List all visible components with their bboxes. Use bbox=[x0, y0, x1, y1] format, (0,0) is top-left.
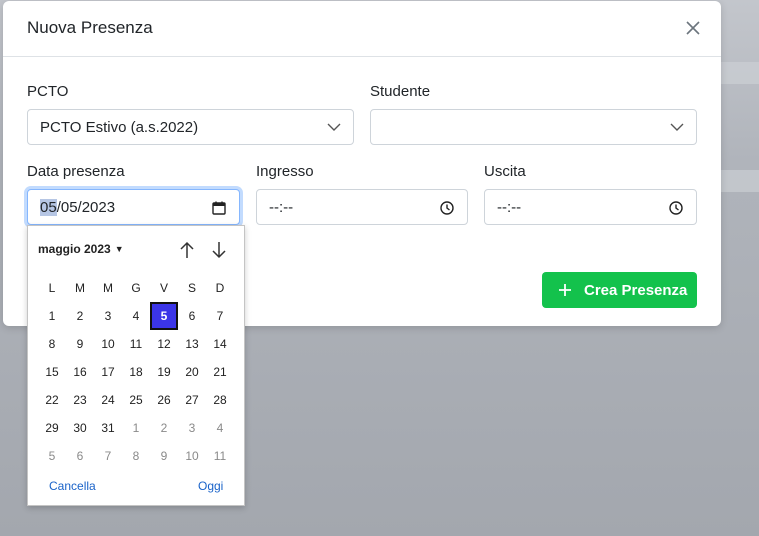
clock-icon[interactable] bbox=[668, 200, 684, 216]
calendar-day[interactable]: 8 bbox=[38, 330, 66, 358]
clock-icon[interactable] bbox=[439, 200, 455, 216]
calendar-day[interactable]: 29 bbox=[38, 414, 66, 442]
weekday-header: M bbox=[103, 281, 113, 295]
backdrop-stripe bbox=[719, 170, 759, 192]
calendar-day[interactable]: 17 bbox=[94, 358, 122, 386]
calendar-day[interactable]: 13 bbox=[178, 330, 206, 358]
plus-icon bbox=[559, 284, 571, 296]
calendar-day[interactable]: 10 bbox=[94, 330, 122, 358]
chevron-down-icon bbox=[670, 123, 684, 131]
calendar-day[interactable]: 3 bbox=[94, 302, 122, 330]
date-day-segment[interactable]: 05 bbox=[40, 199, 57, 216]
cancel-button[interactable]: Cancella bbox=[49, 479, 96, 493]
uscita-value: --:-- bbox=[497, 199, 522, 216]
calendar-day[interactable]: 21 bbox=[206, 358, 234, 386]
calendar-icon[interactable] bbox=[211, 200, 227, 216]
calendar-day[interactable]: 4 bbox=[206, 414, 234, 442]
calendar-day[interactable]: 5 bbox=[38, 442, 66, 470]
today-button[interactable]: Oggi bbox=[198, 479, 223, 493]
calendar-day[interactable]: 6 bbox=[178, 302, 206, 330]
calendar-day[interactable]: 30 bbox=[66, 414, 94, 442]
calendar-day[interactable]: 12 bbox=[150, 330, 178, 358]
calendar-day[interactable]: 9 bbox=[150, 442, 178, 470]
pcto-label: PCTO bbox=[27, 83, 69, 100]
calendar-day[interactable]: 7 bbox=[94, 442, 122, 470]
calendar-day[interactable]: 9 bbox=[66, 330, 94, 358]
arrow-down-icon[interactable] bbox=[210, 240, 228, 260]
weekday-header: M bbox=[75, 281, 85, 295]
ingresso-label: Ingresso bbox=[256, 163, 314, 180]
calendar-day[interactable]: 2 bbox=[66, 302, 94, 330]
calendar-day[interactable]: 28 bbox=[206, 386, 234, 414]
arrow-up-icon[interactable] bbox=[178, 240, 196, 260]
date-rest-segment[interactable]: /05/2023 bbox=[57, 199, 115, 216]
weekday-header: V bbox=[159, 281, 168, 295]
calendar-day[interactable]: 18 bbox=[122, 358, 150, 386]
calendar-day[interactable]: 10 bbox=[178, 442, 206, 470]
calendar-day[interactable]: 6 bbox=[66, 442, 94, 470]
weekday-header: L bbox=[48, 281, 56, 295]
calendar-day[interactable]: 14 bbox=[206, 330, 234, 358]
modal-title: Nuova Presenza bbox=[27, 18, 153, 37]
calendar-day[interactable]: 16 bbox=[66, 358, 94, 386]
modal-header: Nuova Presenza bbox=[3, 1, 721, 57]
create-attendance-button[interactable]: Crea Presenza bbox=[542, 272, 697, 308]
calendar-day[interactable]: 4 bbox=[122, 302, 150, 330]
calendar-day[interactable]: 25 bbox=[122, 386, 150, 414]
caret-down-icon: ▼ bbox=[114, 244, 124, 254]
create-attendance-label: Crea Presenza bbox=[584, 282, 688, 299]
calendar-day[interactable]: 24 bbox=[94, 386, 122, 414]
backdrop-stripe bbox=[719, 62, 759, 84]
month-selector[interactable]: maggio 2023 ▼ bbox=[38, 242, 124, 256]
calendar-day[interactable]: 11 bbox=[206, 442, 234, 470]
weekday-header: D bbox=[215, 281, 225, 295]
calendar-grid: L M M G V S D 1 2 3 4 5 6 7 8 9 10 11 12 13 14 15 16 17 18 19 20 21… bbox=[38, 274, 234, 470]
calendar-day[interactable]: 22 bbox=[38, 386, 66, 414]
ingresso-value: --:-- bbox=[269, 199, 294, 216]
data-presenza-value: 05/05/2023 bbox=[40, 199, 115, 216]
calendar-day[interactable]: 27 bbox=[178, 386, 206, 414]
calendar-day[interactable]: 2 bbox=[150, 414, 178, 442]
calendar-day[interactable]: 31 bbox=[94, 414, 122, 442]
close-button[interactable] bbox=[683, 18, 703, 38]
close-icon bbox=[686, 21, 700, 35]
calendar-day[interactable]: 19 bbox=[150, 358, 178, 386]
calendar-day[interactable]: 15 bbox=[38, 358, 66, 386]
calendar-day[interactable]: 20 bbox=[178, 358, 206, 386]
calendar-day[interactable]: 1 bbox=[122, 414, 150, 442]
studente-label: Studente bbox=[370, 83, 431, 100]
pcto-select[interactable]: PCTO Estivo (a.s.2022) bbox=[27, 109, 354, 145]
data-presenza-label: Data presenza bbox=[27, 163, 125, 180]
weekday-header: S bbox=[187, 281, 196, 295]
data-presenza-input[interactable]: 05/05/2023 bbox=[27, 189, 240, 225]
pcto-select-value: PCTO Estivo (a.s.2022) bbox=[40, 119, 199, 136]
uscita-label: Uscita bbox=[484, 163, 526, 180]
weekday-header: G bbox=[131, 281, 141, 295]
calendar-day[interactable]: 3 bbox=[178, 414, 206, 442]
studente-select[interactable] bbox=[370, 109, 697, 145]
uscita-input[interactable]: --:-- bbox=[484, 189, 697, 225]
date-picker-popup: maggio 2023 ▼ L M M G V S D 1 2 3 4 5 6 7 8 9 10 11 12 13 14 1… bbox=[27, 225, 245, 506]
calendar-day[interactable]: 23 bbox=[66, 386, 94, 414]
calendar-day[interactable]: 1 bbox=[38, 302, 66, 330]
ingresso-input[interactable]: --:-- bbox=[256, 189, 468, 225]
chevron-down-icon bbox=[327, 123, 341, 131]
calendar-day[interactable]: 7 bbox=[206, 302, 234, 330]
month-label: maggio 2023 bbox=[38, 242, 111, 256]
calendar-day[interactable]: 8 bbox=[122, 442, 150, 470]
calendar-day[interactable]: 26 bbox=[150, 386, 178, 414]
calendar-day-selected[interactable]: 5 bbox=[150, 302, 178, 330]
calendar-day[interactable]: 11 bbox=[122, 330, 150, 358]
